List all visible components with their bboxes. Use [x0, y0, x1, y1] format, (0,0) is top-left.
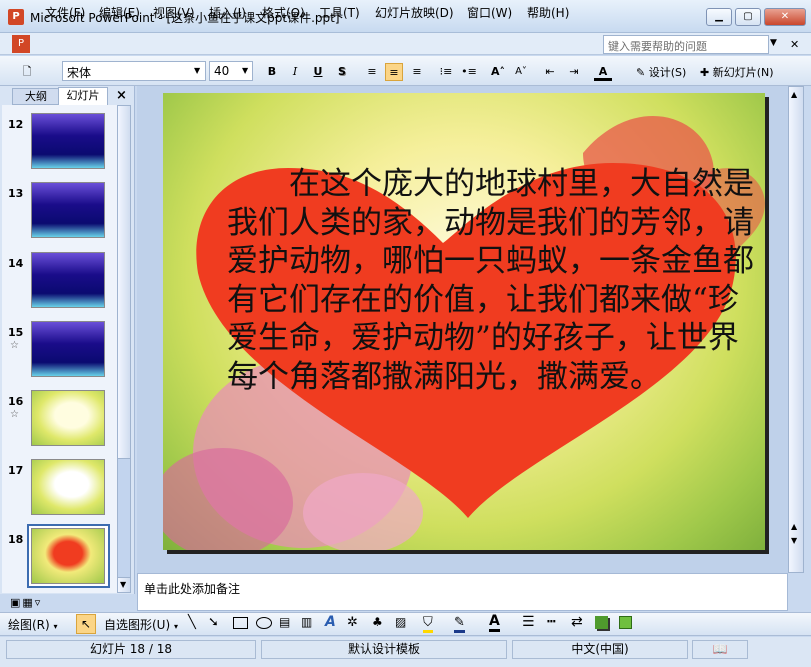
select-objects-icon[interactable]: ↖ — [76, 614, 96, 634]
menu-window[interactable]: 窗口(W) — [467, 4, 512, 21]
menu-view[interactable]: 视图(V) — [153, 4, 195, 21]
diagram-icon[interactable]: ✲ — [347, 615, 358, 630]
next-slide-icon[interactable]: ▼ — [791, 536, 797, 545]
dash-style-icon[interactable]: ┅ — [547, 614, 555, 630]
close-button[interactable]: ✕ — [764, 8, 806, 26]
line-icon[interactable]: ╲ — [188, 615, 196, 630]
arrow-style-icon[interactable]: ⇄ — [571, 614, 583, 630]
slide-body-text[interactable]: 在这个庞大的地球村里，大自然是我们人类的家，动物是我们的芳邻，请爱护动物，哪怕一… — [227, 165, 755, 396]
decrease-font-icon[interactable]: A˅ — [512, 63, 530, 81]
slide-number: 18 — [8, 533, 24, 546]
font-name-select[interactable]: 宋体 — [62, 61, 206, 81]
arrow-icon[interactable]: ➘ — [208, 615, 219, 630]
slide-number: 13 — [8, 187, 24, 200]
previous-slide-icon[interactable]: ▲ — [791, 522, 797, 531]
menu-file[interactable]: 文件(F) — [45, 4, 85, 21]
bold-button[interactable]: B — [263, 63, 281, 81]
slide-number: 14 — [8, 257, 24, 270]
animation-star-icon: ☆ — [10, 340, 19, 351]
menu-format[interactable]: 格式(O) — [262, 4, 305, 21]
language-indicator: 中文(中国) — [512, 640, 688, 659]
slide-number: 12 — [8, 118, 24, 131]
slide-thumbnail-17[interactable] — [31, 459, 105, 515]
line-color-icon[interactable]: ✎ — [454, 615, 465, 633]
notes-placeholder: 单击此处添加备注 — [144, 582, 241, 596]
clipart-icon[interactable]: ♣ — [372, 615, 383, 629]
draw-menu[interactable]: 绘图(R) ▾ — [8, 616, 58, 633]
picture-icon[interactable]: ▨ — [395, 615, 406, 629]
shadow-style-icon[interactable] — [595, 616, 608, 629]
3d-style-icon[interactable] — [619, 616, 632, 629]
chevron-down-icon[interactable]: ▼ — [242, 66, 248, 75]
maximize-button[interactable]: ▢ — [735, 8, 761, 26]
scroll-up-icon[interactable]: ▲ — [791, 90, 797, 99]
document-icon[interactable]: P — [12, 35, 30, 53]
close-document-icon[interactable]: ✕ — [790, 38, 799, 51]
slide-thumbnail-18[interactable] — [31, 528, 105, 584]
new-document-icon[interactable]: 🗋 — [18, 63, 36, 81]
chevron-down-icon[interactable]: ▼ — [194, 66, 200, 75]
scroll-down-icon[interactable]: ▼ — [120, 580, 126, 589]
menu-insert[interactable]: 插入(I) — [209, 4, 246, 21]
textbox-icon[interactable]: ▤ — [279, 615, 290, 629]
rectangle-icon[interactable] — [233, 617, 248, 629]
wordart-icon[interactable]: A — [325, 614, 336, 630]
slide-thumbnail-13[interactable] — [31, 182, 105, 238]
chevron-down-icon[interactable]: ▼ — [770, 38, 777, 48]
font-color-icon[interactable]: A — [594, 63, 612, 81]
align-right-icon[interactable]: ≡ — [408, 63, 426, 81]
slide-thumbnail-15[interactable] — [31, 321, 105, 377]
bullets-icon[interactable]: •≡ — [460, 63, 478, 81]
rose-decoration — [303, 473, 423, 550]
increase-indent-icon[interactable]: ⇥ — [565, 63, 583, 81]
slide-thumbnail-14[interactable] — [31, 252, 105, 308]
design-template[interactable]: 默认设计模板 — [261, 640, 507, 659]
powerpoint-icon[interactable]: P — [8, 9, 24, 25]
menu-slideshow[interactable]: 幻灯片放映(D) — [375, 4, 454, 21]
animation-star-icon: ☆ — [10, 409, 19, 420]
italic-button[interactable]: I — [286, 63, 304, 81]
new-slide-icon: ✚ — [700, 66, 713, 79]
vertical-textbox-icon[interactable]: ▥ — [301, 615, 312, 629]
close-pane-icon[interactable]: × — [116, 88, 127, 103]
design-icon: ✎ — [636, 66, 649, 79]
slide-counter: 幻灯片 18 / 18 — [6, 640, 256, 659]
slide-number: 16 — [8, 395, 24, 408]
tab-slides[interactable]: 幻灯片 — [58, 87, 108, 105]
spelling-status-icon[interactable]: 📖 — [692, 640, 748, 659]
design-button[interactable]: ✎ 设计(S) — [636, 64, 686, 80]
scrollbar-thumb[interactable] — [117, 458, 131, 578]
autoshapes-menu[interactable]: 自选图形(U) ▾ — [104, 616, 178, 633]
underline-button[interactable]: U — [309, 63, 327, 81]
numbering-icon[interactable]: ⁝≡ — [437, 63, 455, 81]
align-left-icon[interactable]: ≡ — [363, 63, 381, 81]
decrease-indent-icon[interactable]: ⇤ — [541, 63, 559, 81]
chevron-down-icon: ▾ — [53, 622, 58, 631]
menu-help[interactable]: 帮助(H) — [527, 4, 569, 21]
slide-canvas[interactable]: 在这个庞大的地球村里，大自然是我们人类的家，动物是我们的芳邻，请爱护动物，哪怕一… — [163, 93, 765, 550]
view-switcher[interactable]: ▣▦▿ — [10, 596, 42, 609]
fill-color-icon[interactable]: ⛉ — [423, 615, 433, 633]
menu-edit[interactable]: 编辑(E) — [99, 4, 140, 21]
editor-scrollbar[interactable] — [788, 86, 804, 573]
help-search-input[interactable]: 键入需要帮助的问题 — [603, 35, 769, 54]
slide-thumbnail-12[interactable] — [31, 113, 105, 169]
increase-font-icon[interactable]: A˄ — [489, 63, 507, 81]
shadow-button[interactable]: S — [333, 63, 351, 81]
oval-icon[interactable] — [256, 617, 272, 629]
chevron-down-icon: ▾ — [173, 622, 178, 631]
slide-number: 15 — [8, 326, 24, 339]
align-center-icon[interactable]: ≡ — [385, 63, 403, 81]
font-color-icon[interactable]: A — [489, 613, 500, 632]
minimize-button[interactable]: ▁ — [706, 8, 732, 26]
tab-outline[interactable]: 大纲 — [12, 88, 60, 105]
new-slide-button[interactable]: ✚ 新幻灯片(N) — [700, 64, 774, 80]
slide-number: 17 — [8, 464, 24, 477]
menu-tools[interactable]: 工具(T) — [319, 4, 360, 21]
line-style-icon[interactable]: ☰ — [522, 614, 535, 630]
slide-thumbnail-16[interactable] — [31, 390, 105, 446]
